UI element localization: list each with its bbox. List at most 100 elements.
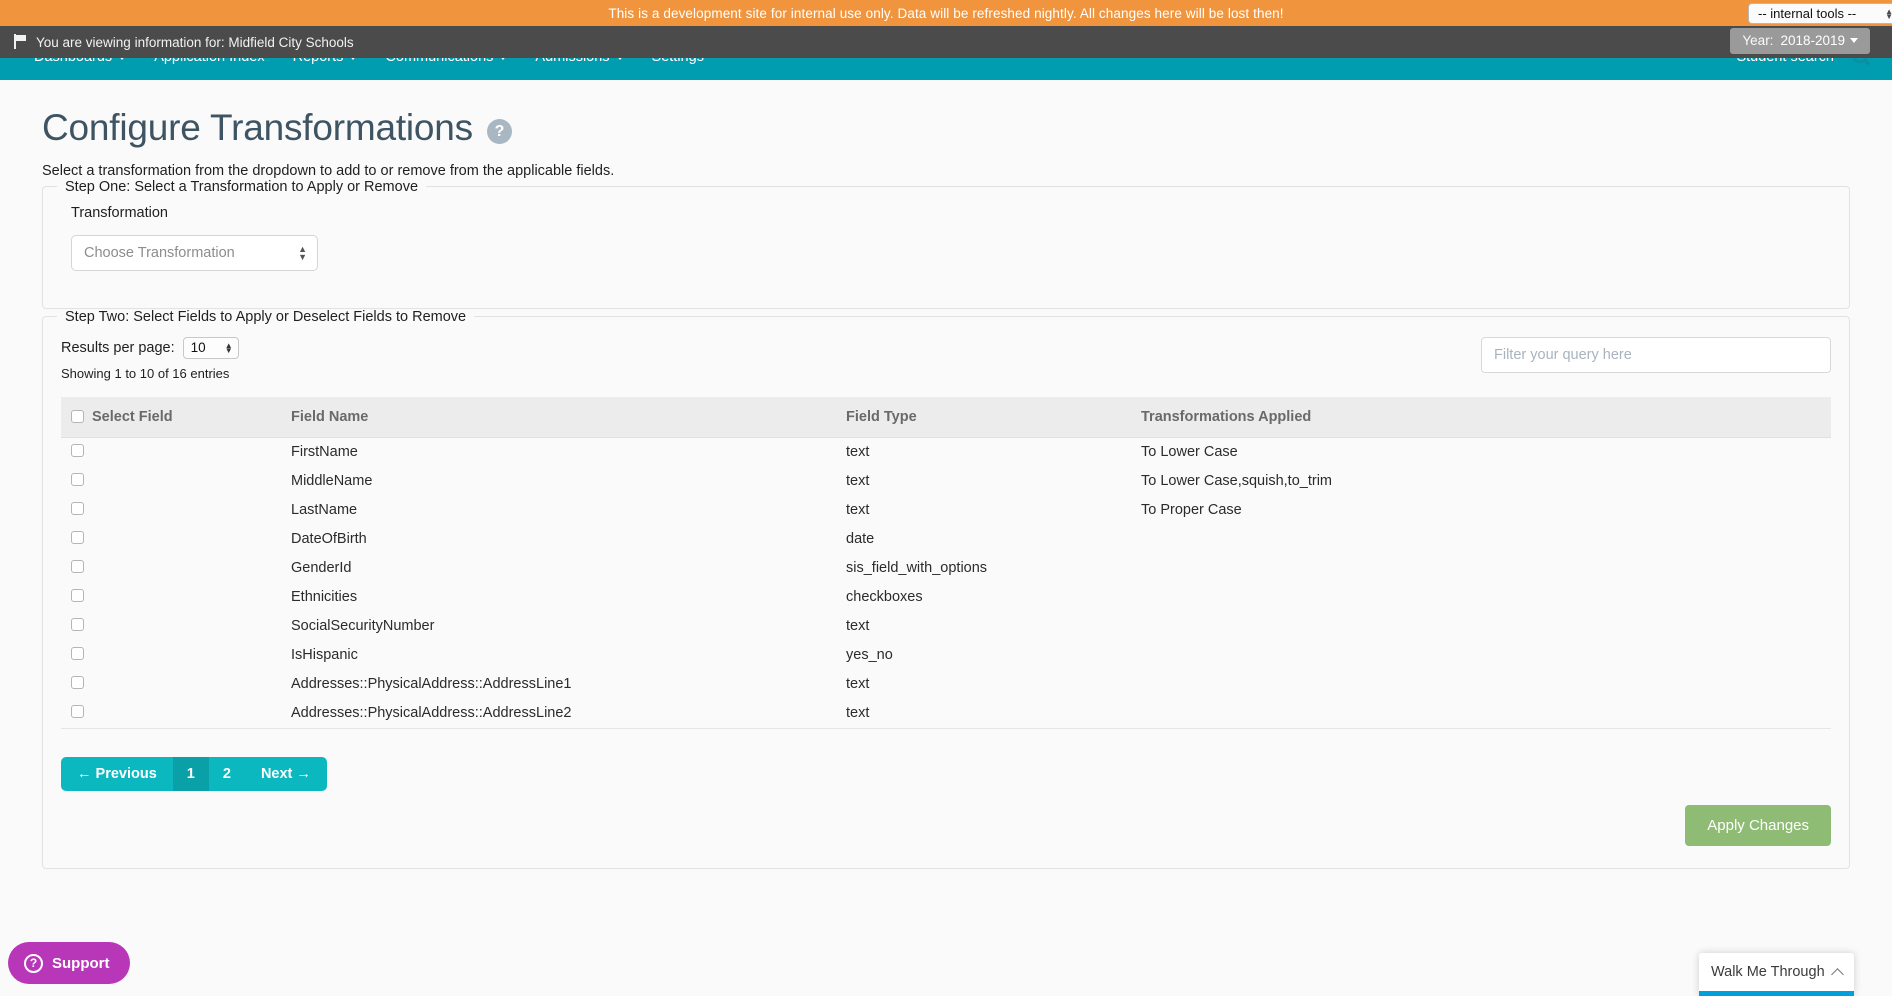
row-select-cell — [61, 496, 291, 525]
development-site-banner: This is a development site for internal … — [0, 0, 1892, 26]
walk-me-through-widget[interactable]: Walk Me Through — [1699, 953, 1854, 996]
column-header-field-type: Field Type — [846, 396, 1141, 438]
column-header-select-field: Select Field — [61, 396, 291, 438]
row-checkbox[interactable] — [71, 472, 84, 486]
apply-changes-button[interactable]: Apply Changes — [1685, 804, 1831, 846]
results-per-page-select[interactable]: 10 ▲ ▼ — [182, 336, 239, 359]
nav-item-dashboards[interactable]: Dashboards — [20, 58, 140, 65]
showing-entries-text: Showing 1 to 10 of 16 entries — [61, 365, 230, 381]
nav-item-application-index[interactable]: Application Index — [140, 58, 278, 65]
walk-me-through-accent-bar — [1699, 991, 1854, 996]
row-select-cell — [61, 467, 291, 496]
pagination-next-button[interactable]: Next → — [244, 756, 327, 791]
select-updown-arrows-icon: ▲ ▼ — [224, 340, 233, 355]
walk-me-through-label: Walk Me Through — [1711, 964, 1825, 980]
row-checkbox[interactable] — [71, 559, 84, 573]
student-search-link[interactable]: Student search — [1736, 58, 1834, 65]
step-two-section: Step Two: Select Fields to Apply or Dese… — [42, 308, 1850, 869]
transformations-cell — [1141, 583, 1831, 612]
select-updown-arrows-icon: ▲ ▼ — [1885, 6, 1892, 21]
fields-table: Select Field Field Name Field Type Trans… — [61, 396, 1831, 729]
support-button-label: Support — [52, 954, 110, 972]
nav-item-label: Application Index — [154, 58, 264, 65]
table-row: IsHispanic yes_no — [61, 641, 1831, 670]
pagination-page-1[interactable]: 1 — [172, 756, 209, 791]
row-checkbox[interactable] — [71, 704, 84, 718]
transformations-cell — [1141, 641, 1831, 670]
internal-tools-selected-value: -- internal tools -- — [1758, 6, 1857, 21]
nav-item-communications[interactable]: Communications — [371, 58, 521, 65]
field-name-cell: DateOfBirth — [291, 531, 367, 548]
row-checkbox[interactable] — [71, 501, 84, 515]
table-row: GenderId sis_field_with_options — [61, 554, 1831, 583]
row-checkbox[interactable] — [71, 646, 84, 660]
row-select-cell — [61, 525, 291, 554]
page-header: Configure Transformations ? — [42, 80, 1850, 149]
row-checkbox[interactable] — [71, 588, 84, 602]
organization-context-bar: You are viewing information for: Midfiel… — [0, 26, 1892, 58]
pagination-previous-button[interactable]: ← Previous — [61, 756, 173, 791]
internal-tools-select[interactable]: -- internal tools -- ▲ ▼ — [1748, 3, 1892, 24]
field-name-cell: Ethnicities — [291, 589, 358, 606]
walk-me-through-header[interactable]: Walk Me Through — [1699, 953, 1854, 991]
chevron-down-icon — [615, 58, 624, 60]
row-checkbox[interactable] — [71, 530, 84, 544]
row-checkbox[interactable] — [71, 443, 84, 457]
field-name-cell: GenderId — [291, 560, 352, 577]
chevron-down-icon — [349, 58, 358, 60]
nav-item-label: Communications — [385, 58, 493, 65]
field-type-cell: text — [846, 676, 870, 693]
chevron-down-icon — [1850, 38, 1858, 43]
fields-table-head: Select Field Field Name Field Type Trans… — [61, 396, 1831, 438]
nav-item-reports[interactable]: Reports — [279, 58, 372, 65]
column-header-label: Select Field — [92, 408, 173, 425]
nav-item-admissions[interactable]: Admissions — [521, 58, 637, 65]
table-row: DateOfBirth date — [61, 525, 1831, 554]
nav-item-label: Admissions — [535, 58, 609, 65]
field-name-cell: LastName — [291, 502, 358, 519]
field-type-cell: date — [846, 531, 875, 548]
field-type-cell: text — [846, 698, 1141, 729]
row-select-cell — [61, 670, 291, 699]
question-mark-icon[interactable]: ? — [486, 119, 512, 145]
row-select-cell — [61, 612, 291, 641]
year-value: 2018-2019 — [1780, 33, 1845, 48]
results-per-page-group: Results per page: 10 ▲ ▼ Showing 1 to 10 … — [61, 336, 239, 381]
pagination-page-2[interactable]: 2 — [208, 756, 245, 791]
main-navigation-bar: Dashboards Application Index Reports Com… — [0, 58, 1892, 80]
pagination: ← Previous 1 2 Next → — [61, 756, 327, 791]
apply-changes-row: Apply Changes — [61, 804, 1831, 846]
select-all-checkbox[interactable] — [71, 410, 84, 424]
nav-item-settings[interactable]: Settings — [638, 58, 718, 65]
table-row: SocialSecurityNumber text — [61, 612, 1831, 641]
transformation-select[interactable]: Choose Transformation ▲ ▼ — [71, 234, 318, 271]
year-label: Year: — [1742, 33, 1774, 48]
row-checkbox[interactable] — [71, 675, 84, 689]
transformation-label: Transformation — [71, 204, 168, 221]
results-per-page-value: 10 — [190, 340, 206, 356]
table-controls-row: Results per page: 10 ▲ ▼ Showing 1 to 10 … — [61, 331, 1831, 381]
table-row: FirstName text To Lower Case — [61, 437, 1831, 467]
column-header-transformations-applied: Transformations Applied — [1141, 396, 1831, 438]
filter-query-input[interactable] — [1481, 336, 1831, 373]
question-circle-icon: ? — [24, 953, 43, 973]
chevron-down-icon — [118, 58, 127, 60]
chevron-up-icon[interactable] — [1831, 967, 1844, 981]
search-icon[interactable] — [1852, 58, 1872, 67]
step-two-legend: Step Two: Select Fields to Apply or Dese… — [65, 308, 467, 325]
field-name-cell: MiddleName — [291, 473, 373, 490]
support-button[interactable]: ? Support — [8, 942, 130, 984]
transformations-cell: To Lower Case,squish,to_trim — [1141, 473, 1332, 490]
flag-icon — [14, 33, 28, 49]
table-row: Addresses::PhysicalAddress::AddressLine2… — [61, 698, 1831, 729]
school-year-selector[interactable]: Year: 2018-2019 — [1730, 28, 1870, 54]
transformations-cell: To Lower Case — [1141, 444, 1238, 461]
navigation-right-group: Student search — [1736, 58, 1892, 80]
transformations-cell — [1141, 698, 1831, 729]
page-content: Configure Transformations ? Select a tra… — [0, 80, 1892, 996]
row-select-cell — [61, 698, 291, 729]
row-checkbox[interactable] — [71, 617, 84, 631]
step-one-section: Step One: Select a Transformation to App… — [42, 178, 1850, 309]
table-row: LastName text To Proper Case — [61, 496, 1831, 525]
nav-item-label: Dashboards — [34, 58, 112, 65]
